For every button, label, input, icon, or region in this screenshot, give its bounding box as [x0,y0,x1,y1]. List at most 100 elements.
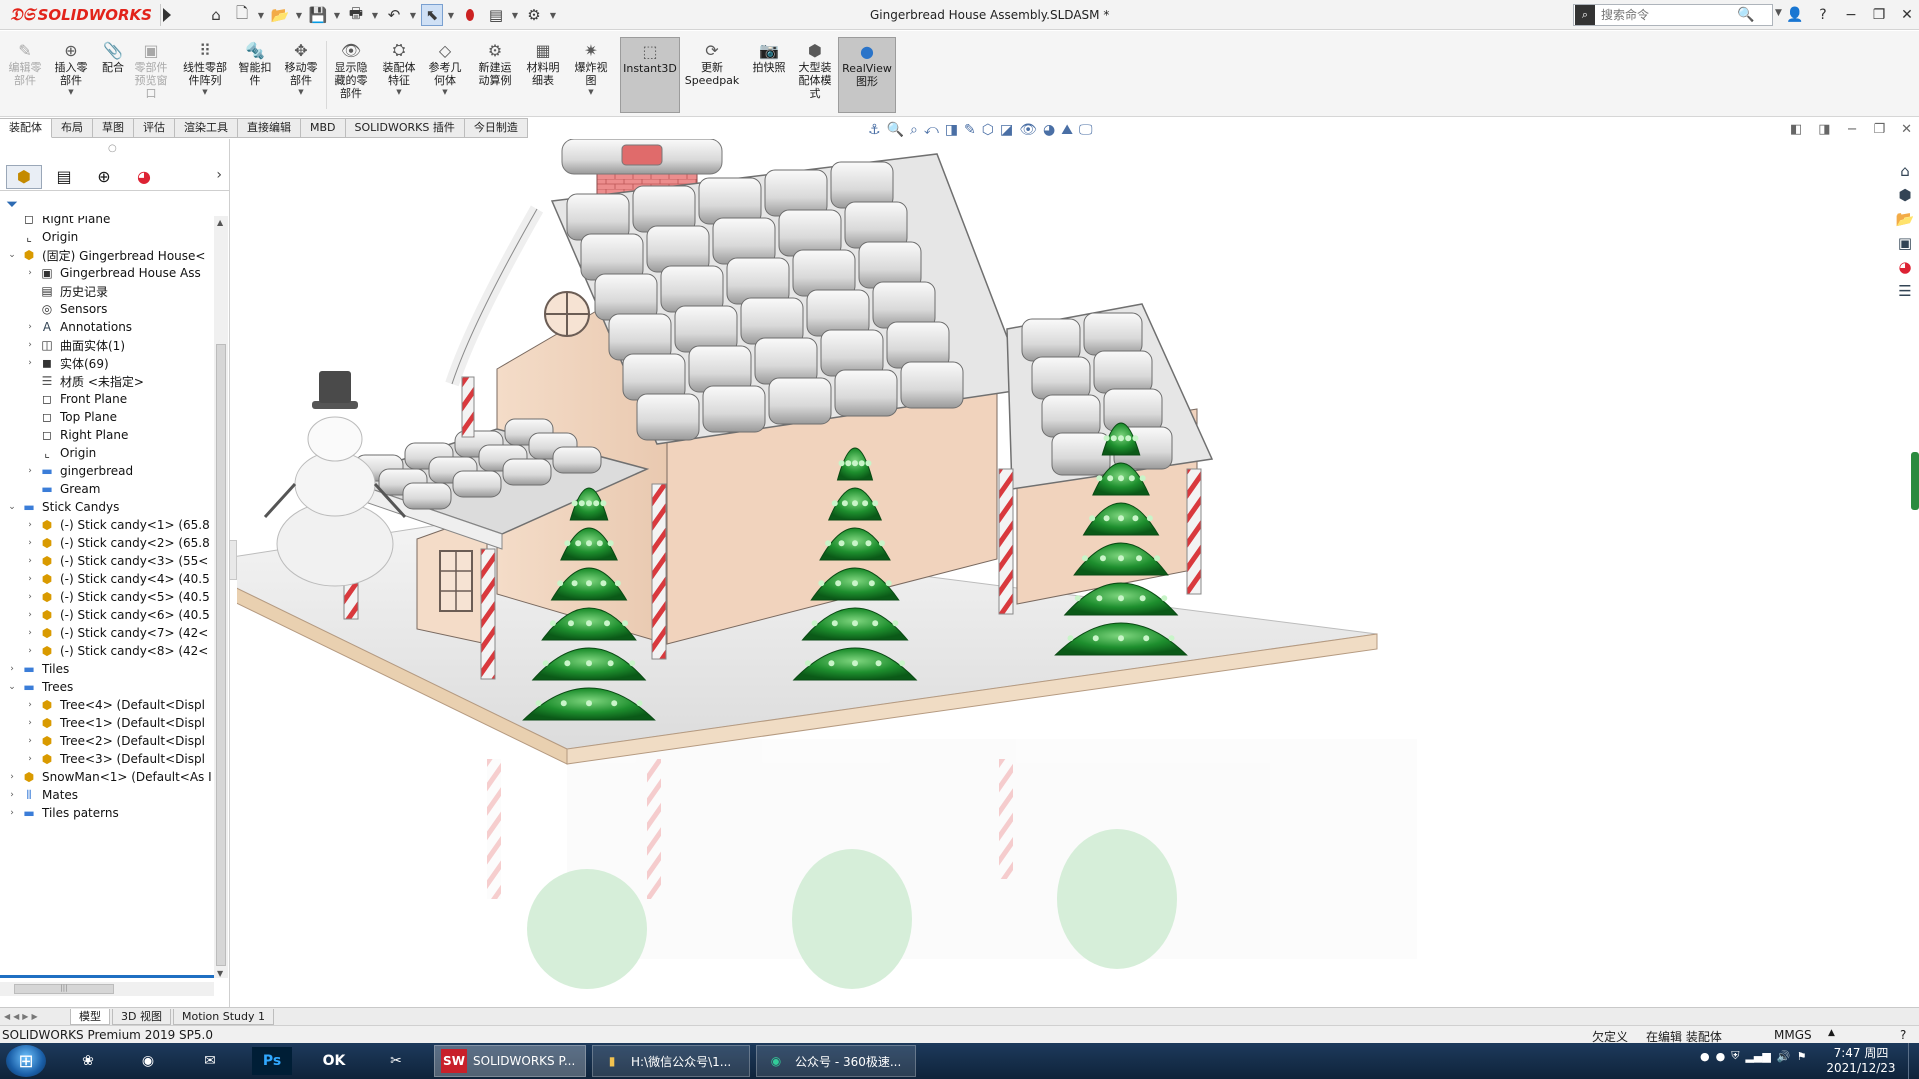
task-pane-scroll-indicator[interactable] [1911,452,1919,510]
tab-render-tools[interactable]: 渲染工具 [175,118,238,138]
tray-app-icon[interactable]: ● [1700,1050,1710,1063]
design-library-icon[interactable]: ⬢ [1898,186,1911,204]
chevron-down-icon[interactable]: ▼ [588,88,593,96]
model-viewport[interactable] [237,139,1891,1007]
expand-arrow-icon[interactable]: › [24,736,36,746]
apply-scene-icon[interactable]: ⛰ [1061,122,1073,138]
view-settings-icon[interactable]: 🖵 [1079,122,1093,138]
tree-item[interactable]: › ▬ Tiles paterns [6,802,119,824]
photoshop-icon[interactable]: Ps [252,1047,292,1075]
new-file-icon[interactable]: 🗋 [231,4,253,26]
unit-system[interactable]: MMGS [1774,1028,1812,1042]
component-preview-button[interactable]: ▣ 零部件 预览窗 口 [128,39,174,101]
instant3d-button[interactable]: ⬚ Instant3D [620,37,680,113]
options-icon[interactable]: ⚙ [523,4,545,26]
undo-icon[interactable]: ↶ [383,4,405,26]
restore-icon[interactable]: ❐ [1874,122,1886,137]
show-desktop-button[interactable] [1908,1043,1919,1079]
new-motion-study-button[interactable]: ⚙ 新建运 动算例 [472,39,518,88]
bom-button[interactable]: ▦ 材料明 细表 [520,39,566,88]
expand-arrow-icon[interactable]: › [24,358,36,368]
command-search-icon[interactable]: ⌕ [1575,5,1595,25]
chevron-down-icon[interactable]: ▼ [295,11,303,20]
update-speedpak-button[interactable]: ⟳ 更新 Speedpak [685,39,740,88]
expand-arrow-icon[interactable]: › [24,574,36,584]
view-orientation-icon[interactable]: ⬡ [982,122,994,138]
assembly-feature-button[interactable]: ⛭ 装配体 特征 ▼ [376,39,422,96]
rollback-bar[interactable] [0,975,214,978]
appearances-icon[interactable]: ◕ [1898,258,1911,276]
tray-app-icon[interactable]: ● [1716,1050,1726,1063]
edit-component-button[interactable]: ✎ 编辑零 部件 [2,39,48,88]
expand-arrow-icon[interactable]: › [24,538,36,548]
expand-arrow-icon[interactable]: › [24,340,36,350]
expand-arrow-icon[interactable]: › [24,322,36,332]
expand-arrow-icon[interactable]: › [24,628,36,638]
search-box[interactable]: ⌕ 🔍 [1573,4,1773,26]
close-icon[interactable]: ✕ [1901,122,1912,137]
configuration-manager-icon[interactable]: ⊕ [86,165,122,189]
expand-arrow-icon[interactable]: › [24,718,36,728]
quick-tips-icon[interactable]: ? [1900,1028,1906,1042]
view-orientation-triad-icon[interactable]: ⚓ [868,122,881,138]
tab-make-today[interactable]: 今日制造 [464,118,528,138]
tab-3d-views[interactable]: 3D 视图 [112,1008,171,1025]
tree-horizontal-scrollbar[interactable]: ||| [0,982,214,996]
exploded-view-button[interactable]: ✷ 爆炸视 图 ▼ [568,39,614,97]
collapse-arrow-icon[interactable]: ⌄ [6,250,18,260]
tray-shield-icon[interactable]: ⛨ [1731,1049,1739,1063]
tab-mbd[interactable]: MBD [301,118,346,138]
taskbar-task-explorer[interactable]: ▮ H:\微信公众号\1... [592,1045,750,1077]
select-icon[interactable]: ⬉ [421,4,443,26]
snip-tool-icon[interactable]: ✂ [376,1047,416,1075]
volume-icon[interactable]: 🔊 [1777,1050,1791,1063]
expand-arrow-icon[interactable]: › [6,772,18,782]
taskbar-task-browser[interactable]: ◉ 公众号 - 360极速... [756,1045,916,1077]
app-pinned-icon[interactable]: ❀ [68,1047,108,1075]
tray-flag-icon[interactable]: ⚑ [1797,1050,1807,1063]
graphics-area[interactable] [237,139,1891,1007]
tab-direct-editing[interactable]: 直接编辑 [238,118,301,138]
system-clock[interactable]: 7:47 周四 2021/12/23 [1826,1046,1896,1076]
display-style-icon[interactable]: ◪ [1000,122,1013,138]
home-icon[interactable]: ⌂ [205,4,227,26]
minimize-icon[interactable]: − [1847,122,1858,137]
edit-appearance-icon[interactable]: ◕ [1043,122,1055,138]
save-icon[interactable]: 💾 [307,4,329,26]
tab-model[interactable]: 模型 [70,1008,110,1025]
user-icon[interactable]: 👤 [1786,7,1804,23]
chevron-down-icon[interactable]: ▼ [202,88,207,96]
panel-grip-icon[interactable]: ○ [108,143,117,154]
open-icon[interactable]: 📂 [269,4,291,26]
display-manager-icon[interactable]: ◕ [126,165,162,189]
help-icon[interactable]: ? [1814,7,1832,23]
chevron-down-icon[interactable]: ▼ [447,11,455,20]
previous-view-icon[interactable]: ⤺ [924,122,939,138]
recorder-icon[interactable]: OK [314,1047,354,1075]
tab-assembly[interactable]: 装配体 [0,118,52,138]
view-palette-icon[interactable]: ▣ [1898,234,1912,252]
linear-pattern-button[interactable]: ⠿ 线性零部 件阵列 ▼ [180,39,230,97]
chevron-down-icon[interactable]: ▼ [396,88,401,96]
move-component-button[interactable]: ✥ 移动零 部件 ▼ [278,39,324,97]
expand-arrow-icon[interactable]: › [24,556,36,566]
chevron-right-icon[interactable]: › [216,167,222,183]
print-icon[interactable]: 🖶 [345,4,367,26]
expand-arrow-icon[interactable]: › [24,754,36,764]
search-input[interactable] [1595,8,1735,22]
chevron-down-icon[interactable]: ▼ [257,11,265,20]
collapse-arrow-icon[interactable]: ⌄ [6,502,18,512]
panel-splitter[interactable] [229,540,237,580]
filter-icon[interactable]: ⏷ [6,195,18,213]
insert-component-button[interactable]: ⊕ 插入零 部件 ▼ [48,39,94,97]
scroll-down-icon[interactable]: ▼ [217,969,223,978]
expand-arrow-icon[interactable]: › [24,700,36,710]
large-assembly-mode-button[interactable]: ⬢ 大型装 配体模 式 [792,39,838,101]
rebuild-icon[interactable]: ⬮ [459,4,481,26]
expand-arrow-icon[interactable]: › [24,520,36,530]
solidworks-logo[interactable]: 𝔇𝔖 SOLIDWORKS [10,4,152,26]
scroll-up-icon[interactable]: ▲ [217,218,223,227]
chevron-down-icon[interactable]: ▼ [442,88,447,96]
chevron-up-icon[interactable]: ▲ [1828,1028,1835,1038]
tab-layout[interactable]: 布局 [52,118,93,138]
